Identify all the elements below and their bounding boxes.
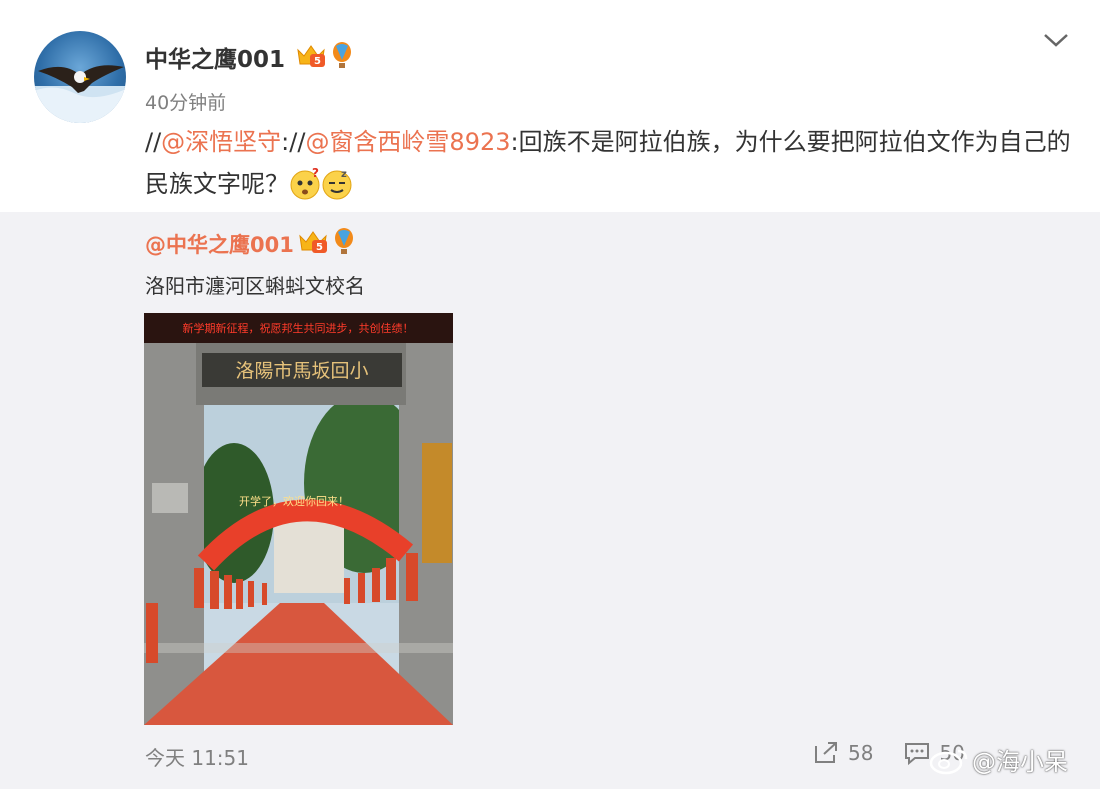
share-icon [815,742,837,763]
repost-username[interactable]: @中华之鹰001 [145,229,294,259]
svg-text:5: 5 [316,242,323,253]
repost-text: 洛阳市瀍河区蝌蚪文校名 [145,274,365,298]
user-badges: 5 [296,42,354,70]
repost-prefix: // [289,128,306,156]
balloon-icon [333,42,351,68]
repost-user-badges: 5 [298,228,356,256]
balloon-icon [335,228,353,254]
post-timestamp: 40分钟前 [145,92,227,114]
vip-crown-icon: 5 [299,231,327,253]
school-gate-photo[interactable]: 新学期新征程，祝愿邦生共同进步，共创佳绩！ 洛陽市馬坂回小 开学了，欢迎你回来！ [144,313,453,725]
vip-crown-icon: 5 [297,45,325,67]
svg-text:z: z [341,169,347,180]
chevron-down-icon[interactable] [1041,30,1071,50]
confused-emoji-icon: ? [290,168,320,200]
eagle-avatar-image [34,65,126,123]
user-avatar[interactable] [34,31,126,123]
post-username[interactable]: 中华之鹰001 [145,40,285,74]
mention-link[interactable]: @窗含西岭雪8923 [305,128,510,156]
gate-sign-text: 洛陽市馬坂回小 [235,360,368,382]
repost-timestamp: 今天 11:51 [145,746,249,770]
weibo-watermark: @海小呆 [928,742,1068,777]
share-button[interactable]: 58 [812,740,873,766]
share-count: 58 [848,741,874,765]
mention-link[interactable]: @深悟坚守 [161,128,281,156]
weibo-logo-icon [929,749,968,774]
post-text: //@深悟坚守://@窗含西岭雪8923:回族不是阿拉伯族，为什么要把阿拉伯文作… [145,121,1075,205]
svg-text:?: ? [312,168,319,180]
watermark-text: @海小呆 [972,748,1068,776]
svg-text:5: 5 [314,56,321,67]
post-header: 中华之鹰001 5 40分钟前 //@深悟坚守://@窗含西岭雪8923:回族不… [0,0,1100,212]
repost-card[interactable]: @中华之鹰001 5 洛阳市瀍河区蝌蚪文校名 新学期新征程，祝愿邦生共同进步，共… [0,212,1100,789]
led-banner-text: 新学期新征程，祝愿邦生共同进步，共创佳绩！ [183,321,414,335]
sleepy-emoji-icon: z [322,169,352,200]
repost-prefix: // [145,128,162,156]
arch-banner-text: 开学了，欢迎你回来！ [239,494,349,508]
